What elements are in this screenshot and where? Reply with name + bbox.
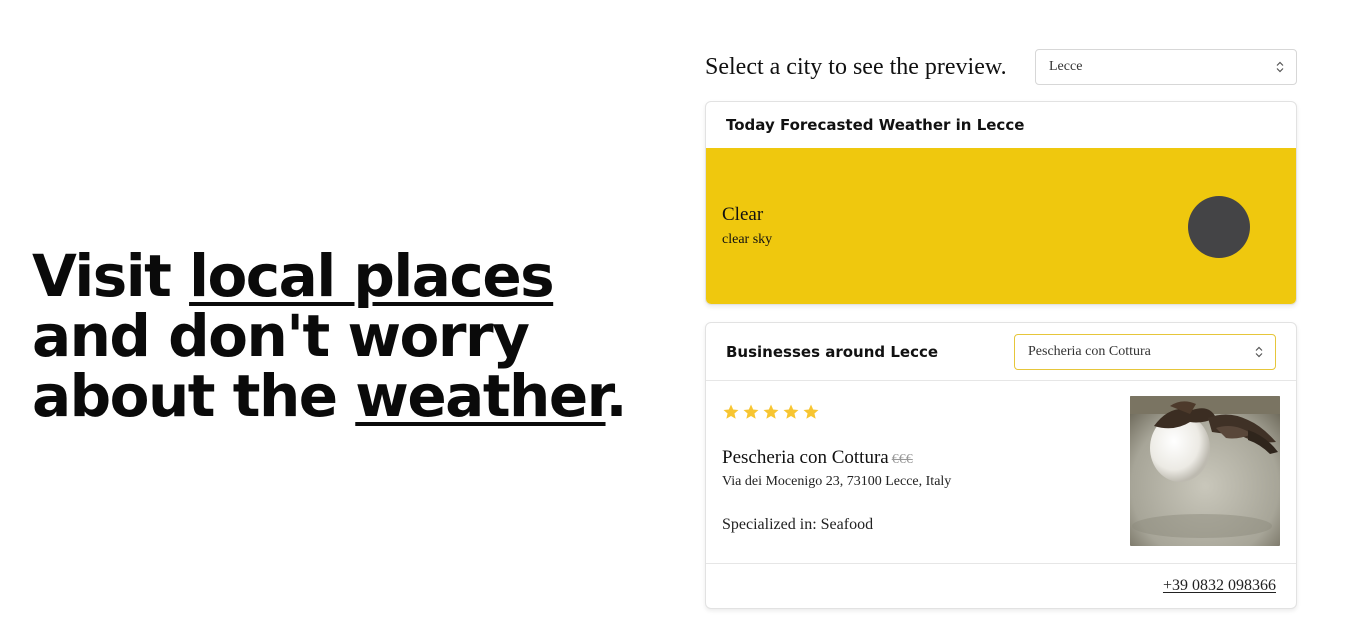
business-specialty: Specialized in: Seafood: [722, 516, 874, 533]
weather-panel: Clear clear sky: [706, 148, 1296, 304]
business-name: Pescheria con Cottura €€€: [722, 447, 913, 469]
star-icon: [743, 404, 759, 419]
business-card-header: Businesses around Lecce Pescheria con Co…: [706, 323, 1296, 381]
business-phone-link[interactable]: +39 0832 098366: [1163, 577, 1276, 595]
updown-chevron-icon: [1255, 346, 1263, 357]
hero-text: about the: [32, 362, 356, 430]
business-card-title: Businesses around Lecce: [726, 342, 939, 361]
city-select-value: Lecce: [1049, 59, 1083, 74]
weather-card: Today Forecasted Weather in Lecce Clear …: [705, 101, 1297, 305]
business-photo: [1130, 396, 1280, 546]
city-picker-row: Select a city to see the preview. Lecce: [705, 49, 1297, 85]
hero-link-weather[interactable]: weather: [355, 362, 607, 430]
hero-text: Visit: [32, 242, 190, 310]
hero-line-1: Visit local places: [32, 246, 672, 306]
weather-card-title: Today Forecasted Weather in Lecce: [726, 116, 1025, 134]
weather-description: clear sky: [722, 232, 773, 247]
business-card: Businesses around Lecce Pescheria con Co…: [705, 322, 1297, 609]
business-details: Pescheria con Cottura €€€ Via dei Mocenig…: [706, 381, 1296, 564]
business-select[interactable]: Pescheria con Cottura: [1014, 333, 1276, 370]
star-icon: [803, 404, 819, 419]
business-select-value: Pescheria con Cottura: [1028, 343, 1151, 359]
hero-line-2: and don't worry: [32, 302, 530, 370]
city-picker-label: Select a city to see the preview.: [705, 53, 1007, 80]
food-photo-image: [1130, 396, 1280, 546]
star-icon: [783, 404, 799, 419]
weather-clear-icon: [1188, 196, 1250, 258]
hero-period: .: [605, 362, 628, 430]
rating-stars: [722, 403, 820, 421]
star-icon: [723, 404, 739, 419]
star-icon: [763, 404, 779, 419]
hero-heading: Visit local places and don't worry about…: [32, 246, 672, 426]
hero-line-3: about the weather.: [32, 366, 672, 426]
business-name-text: Pescheria con Cottura: [722, 447, 889, 468]
business-card-footer: +39 0832 098366: [706, 564, 1296, 608]
updown-chevron-icon: [1276, 61, 1284, 73]
weather-main: Clear: [722, 204, 764, 225]
business-price: €€€: [891, 452, 913, 467]
city-select[interactable]: Lecce: [1035, 49, 1297, 85]
business-address: Via dei Mocenigo 23, 73100 Lecce, Italy: [722, 474, 952, 489]
hero-link-local-places[interactable]: local places: [189, 242, 555, 310]
